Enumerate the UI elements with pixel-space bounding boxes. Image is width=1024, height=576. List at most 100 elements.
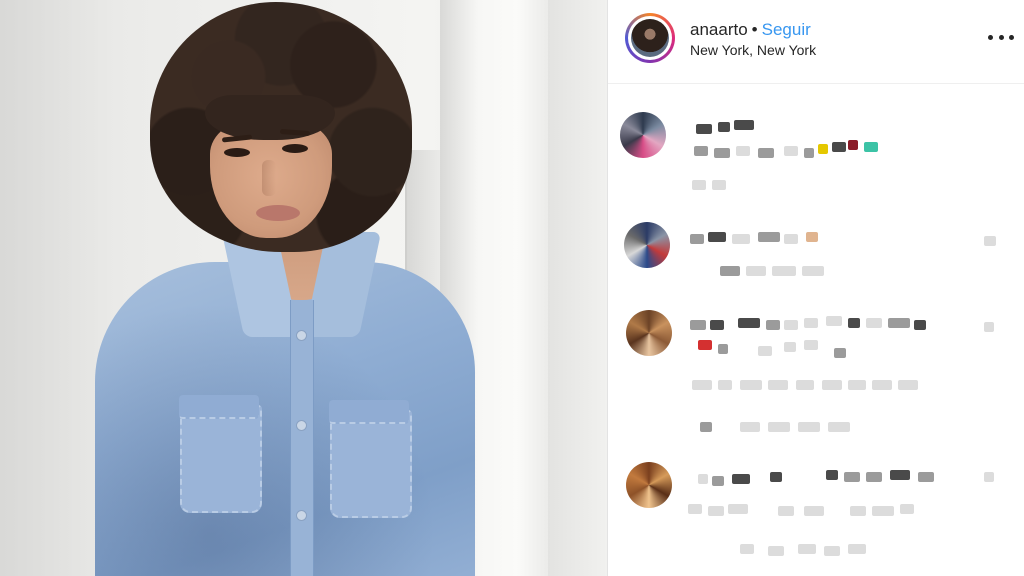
eye-right <box>282 144 308 153</box>
pixelated-text <box>708 232 726 242</box>
pixelated-text <box>768 422 790 432</box>
pixelated-text <box>784 342 796 352</box>
pixelated-text <box>914 320 926 330</box>
separator-dot: • <box>751 20 758 39</box>
pixelated-text <box>740 422 760 432</box>
pixelated-text <box>746 266 766 276</box>
pixelated-text <box>768 380 788 390</box>
shirt-button <box>296 330 307 341</box>
pixelated-text <box>804 148 814 158</box>
pixelated-text <box>758 148 774 158</box>
more-options-button[interactable] <box>988 27 1014 47</box>
pixelated-text <box>798 422 820 432</box>
story-ring[interactable] <box>625 13 675 63</box>
comment-avatar[interactable] <box>624 222 670 268</box>
comment-avatar[interactable] <box>620 112 666 158</box>
pixelated-text <box>826 470 838 480</box>
pixelated-text <box>768 546 784 556</box>
pixelated-text <box>692 180 706 190</box>
shirt-button <box>296 510 307 521</box>
pixelated-text <box>718 344 728 354</box>
pixelated-text <box>818 144 828 154</box>
pixelated-text <box>872 506 894 516</box>
username-link[interactable]: anaarto <box>690 20 748 39</box>
pixelated-text <box>832 142 846 152</box>
shirt-button <box>296 420 307 431</box>
pixelated-text <box>984 322 994 332</box>
pixelated-text <box>918 472 934 482</box>
pixelated-text <box>690 234 704 244</box>
shirt-placket <box>290 300 314 576</box>
pocket-flap-left <box>179 395 259 419</box>
pixelated-text <box>806 232 818 242</box>
pixelated-text <box>984 236 996 246</box>
pixelated-text <box>848 380 866 390</box>
pixelated-text <box>804 506 824 516</box>
user-line: anaarto • Seguir <box>690 20 811 40</box>
pixelated-text <box>698 340 712 350</box>
pixelated-text <box>784 234 798 244</box>
nose <box>262 160 276 196</box>
location-link[interactable]: New York, New York <box>690 42 816 58</box>
pixelated-text <box>710 320 724 330</box>
lips <box>256 205 300 221</box>
more-horizontal-icon <box>998 34 1004 40</box>
pixelated-text <box>720 266 740 276</box>
comment-avatar[interactable] <box>626 310 672 356</box>
pixelated-text <box>688 504 702 514</box>
pixelated-text <box>826 316 842 326</box>
follow-button[interactable]: Seguir <box>762 20 811 39</box>
pixelated-text <box>804 340 818 350</box>
pixelated-text <box>758 232 780 242</box>
pixelated-text <box>834 348 846 358</box>
pixelated-text <box>888 318 910 328</box>
shirt-pocket-left <box>180 405 262 513</box>
pixelated-text <box>848 140 858 150</box>
pixelated-text <box>758 346 772 356</box>
pixelated-text <box>850 506 866 516</box>
pixelated-text <box>872 380 892 390</box>
avatar-frame <box>628 16 672 60</box>
pixelated-text <box>848 544 866 554</box>
pixelated-text <box>828 422 850 432</box>
pixelated-text <box>740 544 754 554</box>
pixelated-text <box>866 472 882 482</box>
pixelated-text <box>984 472 994 482</box>
comment-avatar[interactable] <box>626 462 672 508</box>
pixelated-text <box>738 318 760 328</box>
pixelated-text <box>900 504 914 514</box>
pixelated-text <box>890 470 910 480</box>
pixelated-text <box>718 380 732 390</box>
pixelated-text <box>804 318 818 328</box>
pixelated-text <box>844 472 860 482</box>
pixelated-text <box>732 474 750 484</box>
pixelated-text <box>784 146 798 156</box>
pixelated-text <box>848 318 860 328</box>
pixelated-text <box>692 380 712 390</box>
instagram-post: anaarto • Seguir New York, New York <box>0 0 1024 576</box>
pixelated-text <box>766 320 780 330</box>
pixelated-text <box>824 546 840 556</box>
pixelated-text <box>802 266 824 276</box>
pixelated-text <box>778 506 794 516</box>
pixelated-text <box>740 380 762 390</box>
more-horizontal-icon <box>1009 34 1014 40</box>
pixelated-text <box>694 146 708 156</box>
pixelated-text <box>866 318 882 328</box>
pixelated-text <box>796 380 814 390</box>
pixelated-text <box>898 380 918 390</box>
pixelated-text <box>772 266 796 276</box>
post-header: anaarto • Seguir New York, New York <box>608 0 1024 84</box>
pixelated-text <box>696 124 712 134</box>
pixelated-text <box>864 142 878 152</box>
pixelated-text <box>728 504 748 514</box>
pixelated-text <box>770 472 782 482</box>
pixelated-text <box>690 320 706 330</box>
post-photo[interactable] <box>0 0 607 576</box>
avatar <box>631 19 669 57</box>
person-figure <box>0 0 607 576</box>
more-horizontal-icon <box>988 34 993 40</box>
pixelated-text <box>736 146 750 156</box>
pixelated-text <box>718 122 730 132</box>
pixelated-text <box>784 320 798 330</box>
